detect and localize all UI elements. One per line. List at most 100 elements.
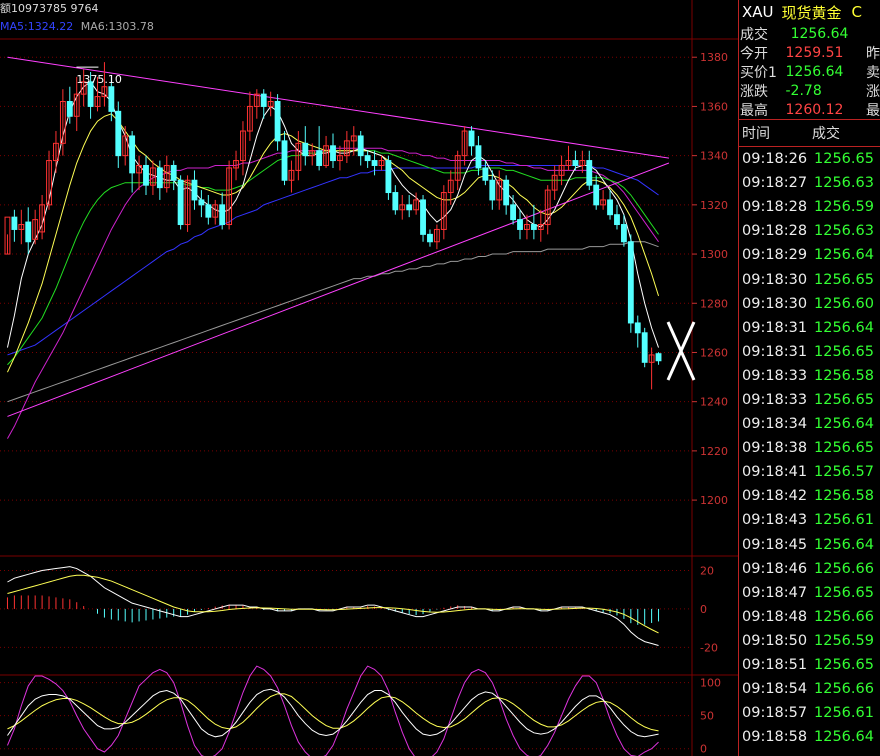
tick-price: 1256.65 — [814, 151, 874, 168]
tick-price: 1256.65 — [814, 440, 874, 457]
y-tick-label: 20 — [700, 564, 714, 577]
quote-value: 1256.64 — [785, 63, 844, 80]
tick-price: 1256.64 — [814, 416, 874, 433]
tick-list[interactable]: 09:18:26 1256.65 09:18:27 1256.63 09:18:28 12… — [739, 147, 880, 749]
ma6-value: MA6:1303.78 — [80, 20, 154, 33]
candle-body — [11, 216, 18, 230]
tick-price: 1256.65 — [814, 657, 874, 674]
quote-label-2: 最 — [866, 102, 880, 119]
tick-row: 09:18:43 1256.61 — [739, 508, 880, 532]
candle-body — [156, 167, 163, 189]
candle-body — [205, 204, 212, 218]
quote-label: 今开 — [740, 45, 768, 62]
candle-body — [427, 233, 433, 243]
candle-body — [482, 167, 489, 181]
quote-label: 涨跌 — [740, 83, 768, 100]
tick-row: 09:18:31 1256.64 — [739, 316, 880, 340]
y-tick-label: 50 — [700, 710, 714, 723]
ticks-header-trade: 成交 — [812, 126, 840, 142]
tick-time: 09:18:31 — [742, 343, 808, 360]
tick-row: 09:18:51 1256.65 — [739, 653, 880, 677]
candle-body — [170, 164, 177, 181]
tick-price: 1256.63 — [814, 223, 874, 240]
candle-body — [655, 353, 662, 362]
tick-time: 09:18:38 — [742, 440, 808, 457]
tick-price: 1256.65 — [814, 584, 874, 601]
tick-row: 09:18:42 1256.58 — [739, 484, 880, 508]
candle-body — [274, 101, 281, 142]
tick-row: 09:18:38 1256.65 — [739, 436, 880, 460]
quote-label-2: 昨 — [866, 45, 880, 62]
tick-price: 1256.59 — [814, 199, 874, 216]
y-tick-label: 1360 — [700, 100, 728, 113]
candle-body — [371, 160, 378, 166]
tick-time: 09:18:57 — [742, 705, 808, 722]
tick-time: 09:18:41 — [742, 464, 808, 481]
cursor-icon — [666, 321, 696, 381]
tick-row: 09:18:27 1256.63 — [739, 171, 880, 195]
quote-list: 成交 1256.64 今开 1259.51 昨买价1 1256.64 卖涨跌 -2.78 涨最高… — [739, 24, 880, 119]
kline-chart-svg[interactable]: 1380 1360 1340 1320 1300 1280 1260 1240 1220 1200… — [0, 0, 738, 756]
tick-time: 09:18:42 — [742, 488, 808, 505]
y-tick-label: -20 — [700, 641, 718, 654]
candle-body — [316, 150, 323, 166]
moving-average-line — [6, 81, 660, 348]
candle-body — [634, 322, 641, 334]
y-tick-label: 1280 — [700, 297, 728, 310]
tick-price: 1256.57 — [814, 464, 874, 481]
candle-body — [607, 199, 613, 216]
tick-time: 09:18:31 — [742, 319, 808, 336]
tick-row: 09:18:30 1256.65 — [739, 267, 880, 291]
tick-row: 09:18:28 1256.63 — [739, 219, 880, 243]
tick-row: 09:18:34 1256.64 — [739, 412, 880, 436]
quote-row: 今开 1259.51 昨 — [739, 43, 880, 62]
moving-average-line — [7, 241, 659, 403]
tick-row: 09:18:28 1256.59 — [739, 195, 880, 219]
tick-price: 1256.59 — [814, 632, 874, 649]
tick-price: 1256.66 — [814, 560, 874, 577]
tick-time: 09:18:33 — [742, 367, 808, 384]
y-tick-label: 1240 — [700, 396, 728, 409]
candle-body — [281, 140, 288, 181]
tick-row: 09:18:54 1256.66 — [739, 677, 880, 701]
volume-header: 额10973785 9764 — [0, 0, 98, 16]
ma-header: MA5:1324.22 MA6:1303.78 — [0, 20, 154, 33]
candle-body — [66, 101, 73, 117]
y-tick-label: 0 — [700, 603, 707, 616]
tick-time: 09:18:30 — [742, 271, 808, 288]
candle-body — [143, 164, 149, 186]
y-tick-label: 1260 — [700, 346, 728, 359]
candle-body — [260, 93, 267, 107]
ma5-value: MA5:1324.22 — [0, 20, 74, 33]
tick-time: 09:18:28 — [742, 199, 808, 216]
candle-body — [392, 192, 399, 211]
candle-body — [364, 155, 371, 162]
y-tick-label: 1220 — [700, 445, 728, 458]
tick-row: 09:18:57 1256.61 — [739, 701, 880, 725]
chart-area[interactable]: 1380 1360 1340 1320 1300 1280 1260 1240 1220 1200… — [0, 0, 738, 756]
candle-body — [198, 199, 205, 206]
candle-body — [177, 179, 184, 226]
tick-row: 09:18:46 1256.66 — [739, 557, 880, 581]
tick-row: 09:18:33 1256.58 — [739, 364, 880, 388]
tick-time: 09:18:43 — [742, 512, 808, 529]
tick-time: 09:18:30 — [742, 295, 808, 312]
quote-row: 成交 1256.64 — [739, 24, 880, 43]
tick-time: 09:18:29 — [742, 247, 808, 264]
tick-row: 09:18:47 1256.65 — [739, 581, 880, 605]
tick-row: 09:18:31 1256.65 — [739, 340, 880, 364]
quote-value: 1256.64 — [790, 25, 849, 42]
symbol-code: XAU — [742, 3, 774, 21]
candle-body — [191, 179, 198, 201]
candle-body — [385, 160, 392, 194]
candle-body — [614, 214, 620, 226]
tick-time: 09:18:27 — [742, 175, 808, 192]
tick-time: 09:18:45 — [742, 536, 808, 553]
candle-body — [108, 86, 115, 112]
peak-label: 1375.10 — [76, 73, 122, 86]
candle-body — [586, 160, 593, 186]
moving-average-line — [7, 164, 659, 356]
quote-value: 1259.51 — [785, 44, 844, 61]
tick-price: 1256.64 — [814, 319, 874, 336]
quote-value: -2.78 — [785, 82, 822, 99]
